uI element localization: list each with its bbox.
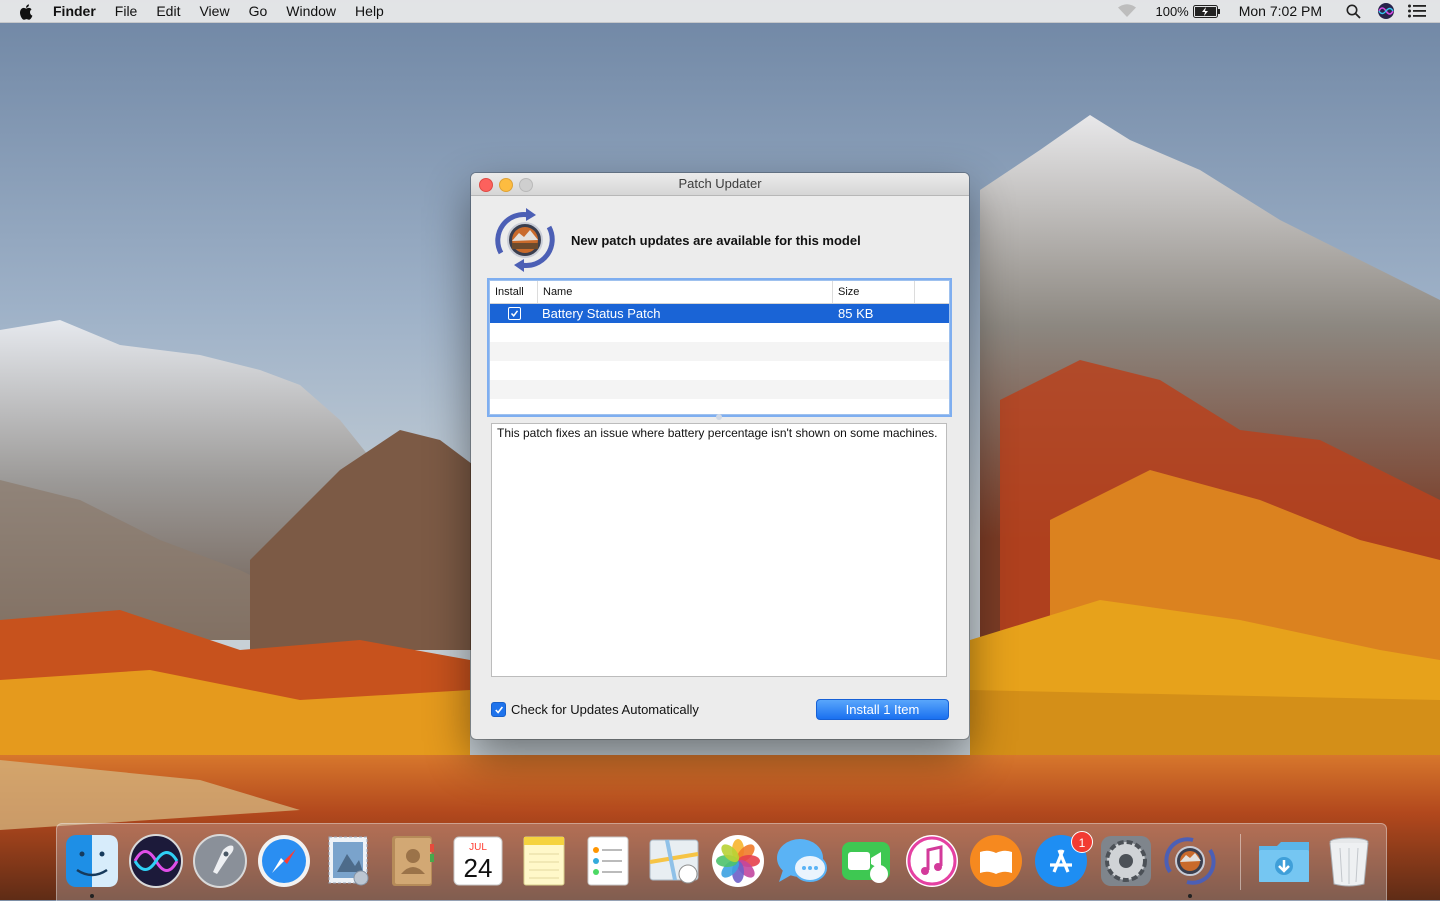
status-menus: 100% Mon 7:02 PM <box>1117 0 1440 22</box>
menu-edit[interactable]: Edit <box>156 3 180 19</box>
updates-table[interactable]: Install Name Size Battery Status Patch 8… <box>489 280 950 415</box>
finder-icon[interactable] <box>63 832 121 890</box>
install-button[interactable]: Install 1 Item <box>816 699 949 720</box>
row-size: 85 KB <box>838 306 874 321</box>
safari-icon[interactable] <box>255 832 313 890</box>
patch-updater-window: Patch Updater New patch updates are avai… <box>471 173 969 739</box>
row-name: Battery Status Patch <box>542 306 661 321</box>
window-title: Patch Updater <box>678 176 762 191</box>
table-empty-row <box>490 380 949 399</box>
ibooks-icon[interactable] <box>967 832 1025 890</box>
header: New patch updates are available for this… <box>489 205 861 275</box>
trash-icon[interactable] <box>1320 832 1378 890</box>
app-store-update-badge: 1 <box>1071 831 1093 853</box>
row-install-checkbox[interactable] <box>507 307 521 320</box>
window-minimize-button[interactable] <box>499 178 513 192</box>
maps-icon[interactable] <box>645 832 703 890</box>
auto-update-checkbox-group[interactable]: Check for Updates Automatically <box>491 702 699 717</box>
menubar-clock[interactable]: Mon 7:02 PM <box>1239 3 1322 19</box>
table-empty-row <box>490 323 949 342</box>
window-close-button[interactable] <box>479 178 493 192</box>
reminders-icon[interactable] <box>579 832 637 890</box>
wifi-icon[interactable] <box>1117 4 1137 18</box>
column-header-size[interactable]: Size <box>833 281 915 303</box>
menu-go[interactable]: Go <box>249 3 268 19</box>
mail-stamp-icon[interactable] <box>319 832 377 890</box>
photos-icon[interactable] <box>709 832 767 890</box>
window-zoom-button[interactable] <box>519 178 533 192</box>
dock-separator <box>1240 834 1241 890</box>
siri-icon[interactable] <box>127 832 185 890</box>
system-preferences-icon[interactable] <box>1097 832 1155 890</box>
menu-file[interactable]: File <box>115 3 138 19</box>
table-header: Install Name Size <box>490 281 949 304</box>
downloads-folder-icon[interactable] <box>1255 832 1313 890</box>
checkmark-icon <box>510 310 518 317</box>
checkmark-icon <box>494 706 503 714</box>
split-view-handle[interactable] <box>716 414 722 420</box>
siri-icon[interactable] <box>1378 3 1394 19</box>
messages-icon[interactable] <box>773 832 831 890</box>
menu-view[interactable]: View <box>199 3 229 19</box>
table-empty-row <box>490 342 949 361</box>
battery-percentage[interactable]: 100% <box>1155 4 1188 19</box>
launchpad-icon[interactable] <box>191 832 249 890</box>
bottom-controls: Check for Updates Automatically Install … <box>491 699 949 721</box>
headline-text: New patch updates are available for this… <box>571 232 861 248</box>
apple-menu-icon[interactable] <box>19 3 35 20</box>
itunes-icon[interactable] <box>903 832 961 890</box>
auto-update-label[interactable]: Check for Updates Automatically <box>511 702 699 717</box>
battery-charging-icon[interactable] <box>1192 4 1221 18</box>
menu-finder[interactable]: Finder <box>53 3 96 19</box>
dock: JUL 24 1 <box>56 823 1387 901</box>
column-header-name[interactable]: Name <box>538 281 833 303</box>
spotlight-search-icon[interactable] <box>1346 4 1361 19</box>
patch-updater-dock-icon[interactable] <box>1161 832 1219 890</box>
patch-updater-running-indicator <box>1188 894 1192 898</box>
auto-update-checkbox[interactable] <box>491 702 506 717</box>
notes-icon[interactable] <box>515 832 573 890</box>
menu-window[interactable]: Window <box>286 3 336 19</box>
notification-center-icon[interactable] <box>1408 4 1426 18</box>
title-bar[interactable]: Patch Updater <box>471 173 969 196</box>
column-header-install[interactable]: Install <box>490 281 538 303</box>
contacts-icon[interactable] <box>383 832 441 890</box>
menu-bar: Finder File Edit View Go Window Help 100… <box>0 0 1440 23</box>
facetime-icon[interactable] <box>837 832 895 890</box>
calendar-day: 24 <box>464 853 493 883</box>
patch-description: This patch fixes an issue where battery … <box>491 423 947 677</box>
table-empty-row <box>490 361 949 380</box>
patch-updater-app-icon <box>495 208 555 272</box>
table-row[interactable]: Battery Status Patch 85 KB <box>490 304 949 323</box>
menu-help[interactable]: Help <box>355 3 384 19</box>
calendar-month: JUL <box>469 842 487 853</box>
calendar-icon[interactable]: JUL 24 <box>449 832 507 890</box>
finder-running-indicator <box>90 894 94 898</box>
